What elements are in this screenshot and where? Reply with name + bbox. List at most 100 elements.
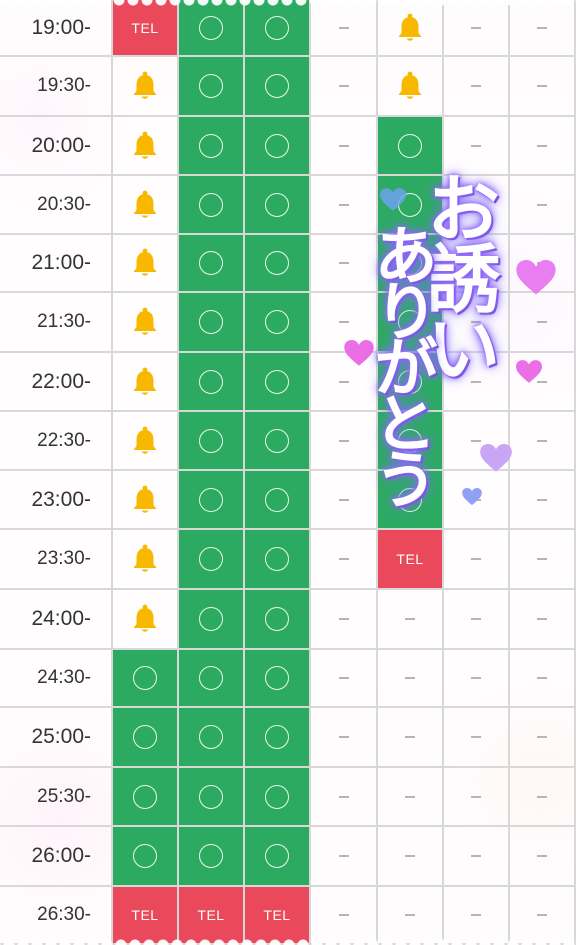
bell-icon xyxy=(133,426,157,454)
bell-icon xyxy=(133,485,157,513)
slot-circle[interactable] xyxy=(179,768,245,827)
slot-dash xyxy=(510,650,576,708)
slot-circle[interactable] xyxy=(113,827,179,887)
available-circle-icon xyxy=(199,192,223,217)
slot-circle[interactable] xyxy=(245,235,311,293)
slot-circle[interactable] xyxy=(245,57,311,117)
slot-dash xyxy=(444,471,510,530)
unavailable-dash xyxy=(471,795,481,798)
available-circle-icon xyxy=(398,133,422,158)
unavailable-dash xyxy=(338,914,349,916)
available-circle-icon xyxy=(398,487,422,512)
slot-circle[interactable] xyxy=(245,412,311,471)
available-circle-icon xyxy=(265,310,289,334)
lace-border-bottom xyxy=(0,931,576,945)
slot-bell[interactable] xyxy=(113,117,179,176)
slot-circle[interactable] xyxy=(179,471,245,530)
slot-dash xyxy=(510,827,576,887)
slot-circle[interactable] xyxy=(179,530,245,590)
slot-bell[interactable] xyxy=(113,293,179,353)
available-circle-icon xyxy=(199,666,223,690)
unavailable-dash xyxy=(338,144,349,147)
slot-dash xyxy=(311,827,378,887)
slot-circle[interactable] xyxy=(245,353,311,412)
slot-dash xyxy=(311,650,378,708)
unavailable-dash xyxy=(405,914,415,916)
lace-border-top xyxy=(0,0,576,14)
unavailable-dash xyxy=(405,736,415,738)
slot-circle[interactable] xyxy=(378,117,444,176)
time-slot-label: 19:30- xyxy=(0,57,113,117)
slot-circle[interactable] xyxy=(378,353,444,412)
unavailable-dash xyxy=(471,558,481,560)
slot-circle[interactable] xyxy=(245,827,311,887)
unavailable-dash xyxy=(537,855,547,857)
slot-circle[interactable] xyxy=(245,708,311,768)
slot-circle[interactable] xyxy=(245,176,311,235)
slot-circle[interactable] xyxy=(179,293,245,353)
unavailable-dash xyxy=(405,855,415,857)
slot-circle[interactable] xyxy=(378,471,444,530)
slot-tel[interactable]: TEL xyxy=(378,530,444,590)
time-slot-label: 21:00- xyxy=(0,235,113,293)
slot-circle[interactable] xyxy=(179,353,245,412)
slot-bell[interactable] xyxy=(113,235,179,293)
slot-circle[interactable] xyxy=(179,412,245,471)
slot-bell[interactable] xyxy=(113,412,179,471)
slot-circle[interactable] xyxy=(245,293,311,353)
slot-circle[interactable] xyxy=(113,768,179,827)
slot-circle[interactable] xyxy=(245,650,311,708)
available-circle-icon xyxy=(265,844,289,868)
time-slot-label: 23:30- xyxy=(0,530,113,590)
schedule-row: 22:00- xyxy=(0,353,576,412)
slot-dash xyxy=(444,530,510,590)
slot-bell[interactable] xyxy=(113,590,179,650)
slot-circle[interactable] xyxy=(179,650,245,708)
slot-bell[interactable] xyxy=(113,176,179,235)
schedule-row: 23:00- xyxy=(0,471,576,530)
tel-label: TEL xyxy=(131,19,159,36)
slot-bell[interactable] xyxy=(113,530,179,590)
slot-dash xyxy=(444,412,510,471)
slot-circle[interactable] xyxy=(179,176,245,235)
slot-bell[interactable] xyxy=(113,353,179,412)
available-circle-icon xyxy=(199,487,223,512)
slot-circle[interactable] xyxy=(378,293,444,353)
slot-circle[interactable] xyxy=(113,708,179,768)
slot-dash xyxy=(444,650,510,708)
slot-circle[interactable] xyxy=(245,590,311,650)
available-circle-icon xyxy=(265,607,289,631)
schedule-row: 26:00- xyxy=(0,827,576,887)
slot-circle[interactable] xyxy=(245,768,311,827)
slot-circle[interactable] xyxy=(179,235,245,293)
schedule-row: 20:30- xyxy=(0,176,576,235)
slot-dash xyxy=(378,827,444,887)
slot-bell[interactable] xyxy=(113,57,179,117)
unavailable-dash xyxy=(471,439,481,442)
slot-circle[interactable] xyxy=(245,530,311,590)
available-circle-icon xyxy=(265,192,289,217)
slot-circle[interactable] xyxy=(378,176,444,235)
schedule-row: 21:00- xyxy=(0,235,576,293)
unavailable-dash xyxy=(338,855,349,857)
available-circle-icon xyxy=(199,607,223,631)
unavailable-dash xyxy=(537,558,547,560)
slot-circle[interactable] xyxy=(179,57,245,117)
slot-circle[interactable] xyxy=(179,827,245,887)
slot-circle[interactable] xyxy=(378,412,444,471)
slot-dash xyxy=(444,708,510,768)
slot-circle[interactable] xyxy=(245,117,311,176)
slot-circle[interactable] xyxy=(179,708,245,768)
schedule-row: 24:30- xyxy=(0,650,576,708)
slot-bell[interactable] xyxy=(113,471,179,530)
slot-circle[interactable] xyxy=(113,650,179,708)
slot-circle[interactable] xyxy=(245,471,311,530)
unavailable-dash xyxy=(537,262,547,264)
slot-dash xyxy=(444,590,510,650)
slot-dash xyxy=(510,293,576,353)
slot-circle[interactable] xyxy=(179,117,245,176)
slot-circle[interactable] xyxy=(179,590,245,650)
slot-bell[interactable] xyxy=(378,57,444,117)
slot-circle[interactable] xyxy=(378,235,444,293)
available-circle-icon xyxy=(199,784,223,809)
